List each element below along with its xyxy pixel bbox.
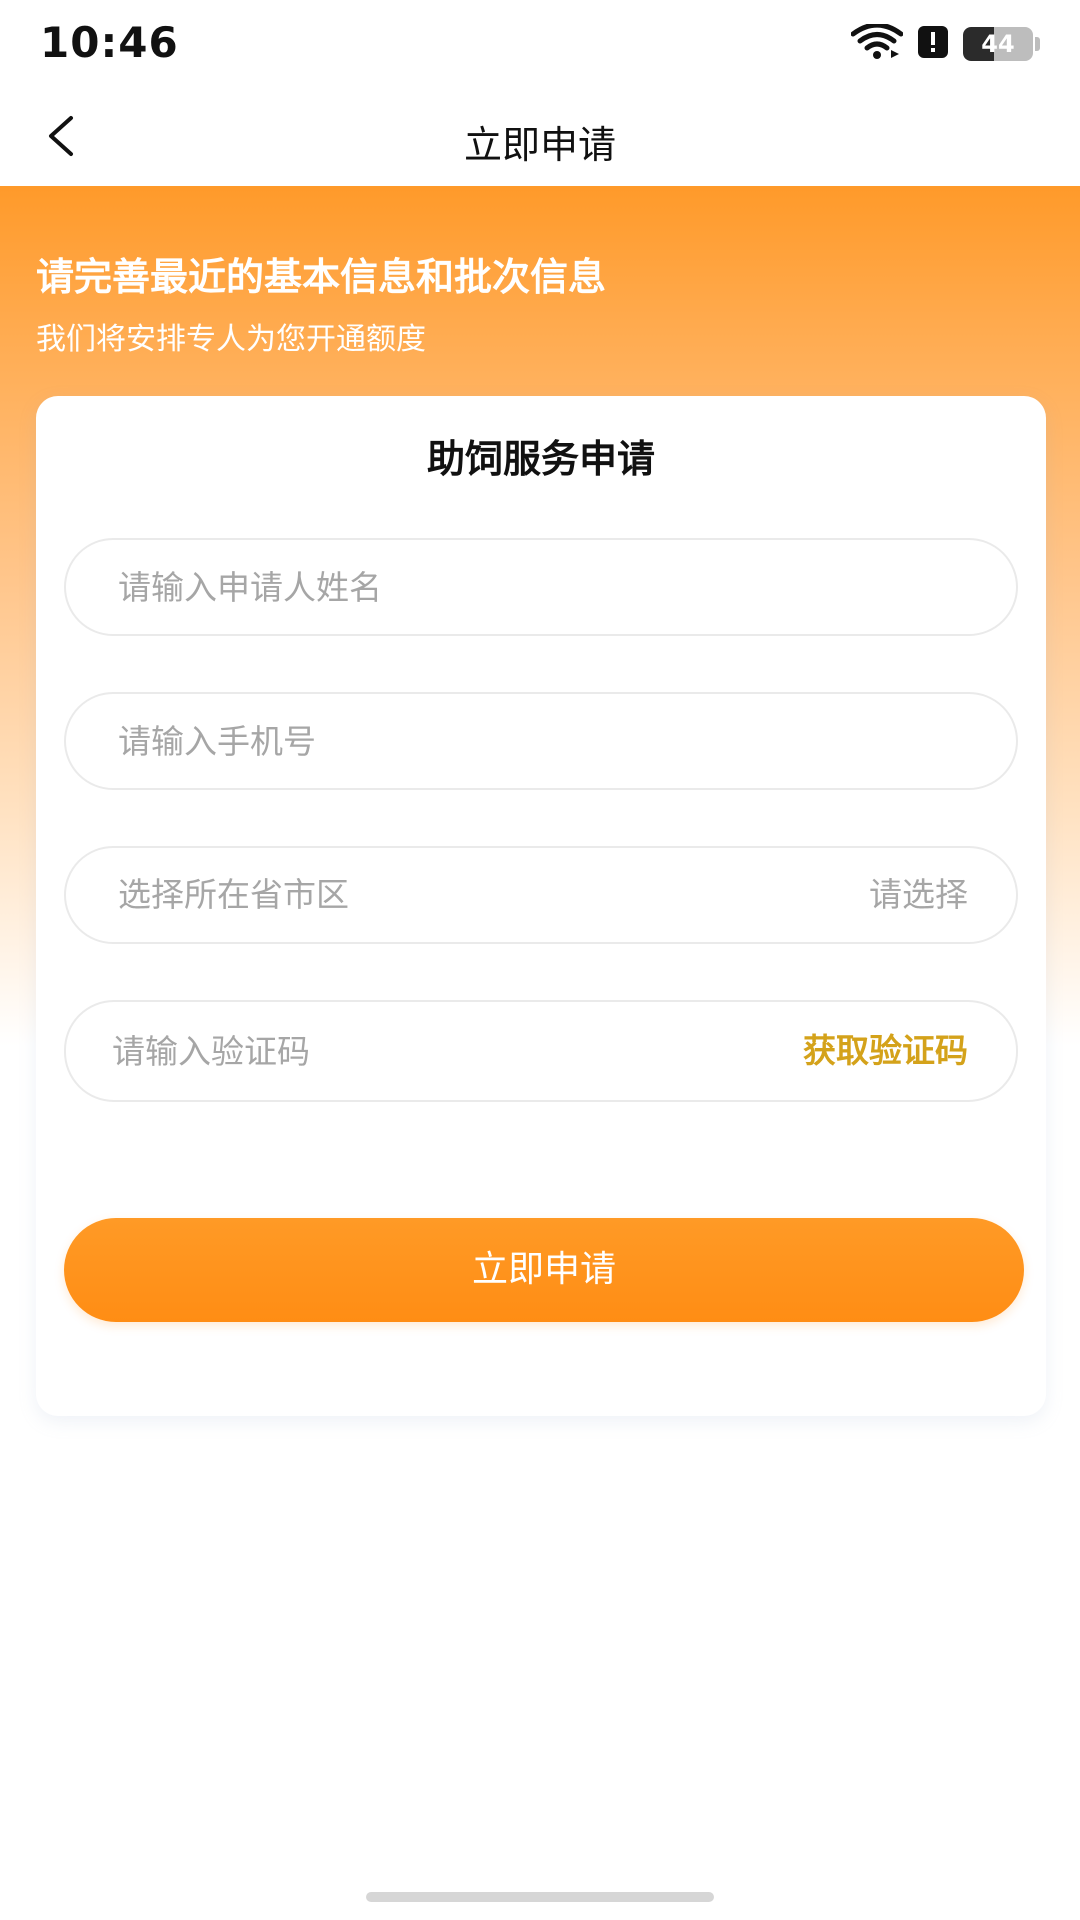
- status-bar: 10:46 44: [0, 0, 1080, 90]
- battery-tip: [1035, 37, 1040, 51]
- region-select-value[interactable]: 请选择: [869, 848, 968, 942]
- hero-subtitle: 我们将安排专人为您开通额度: [36, 322, 426, 357]
- phone-field[interactable]: [64, 692, 1018, 790]
- region-select[interactable]: 选择所在省市区 请选择: [64, 846, 1018, 944]
- home-indicator[interactable]: [366, 1892, 714, 1902]
- battery-level-text: 44: [981, 30, 1015, 58]
- name-input[interactable]: [118, 540, 678, 634]
- wifi-icon: [850, 22, 904, 64]
- region-label: 选择所在省市区: [118, 875, 349, 914]
- alert-notification-icon: [917, 25, 949, 63]
- nav-bar: 立即申请: [0, 90, 1080, 186]
- battery-icon: 44: [963, 27, 1033, 61]
- status-time: 10:46: [40, 18, 179, 67]
- hero-title: 请完善最近的基本信息和批次信息: [36, 255, 607, 299]
- form-title: 助饲服务申请: [426, 437, 655, 481]
- page-title: 立即申请: [463, 123, 616, 167]
- application-form-card: 助饲服务申请 选择所在省市区 请选择 获取验证码 立即申请: [36, 396, 1046, 1416]
- get-code-button[interactable]: 获取验证码: [803, 1002, 968, 1100]
- status-icons: 44: [850, 22, 1040, 64]
- verification-code-input[interactable]: [112, 1002, 672, 1100]
- submit-button[interactable]: 立即申请: [64, 1218, 1024, 1322]
- name-field[interactable]: [64, 538, 1018, 636]
- verification-code-field[interactable]: 获取验证码: [64, 1000, 1018, 1102]
- phone-input[interactable]: [118, 694, 678, 788]
